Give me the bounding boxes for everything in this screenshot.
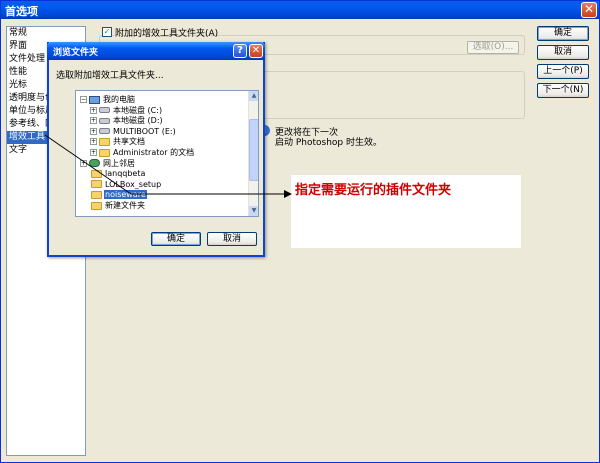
tree-node[interactable]: + 本地磁盘 (C:) — [90, 106, 163, 116]
next-button[interactable]: 下一个(N) — [537, 83, 589, 98]
tree-node-label: 网上邻居 — [103, 158, 135, 168]
scroll-down-arrow-icon[interactable]: ▼ — [249, 206, 258, 216]
tree-scrollbar[interactable]: ▲ ▼ — [248, 91, 258, 216]
scroll-up-arrow-icon[interactable]: ▲ — [249, 91, 258, 101]
close-icon[interactable]: ✕ — [581, 2, 597, 18]
tree-node-label: Administrator 的文档 — [113, 148, 195, 157]
previous-button[interactable]: 上一个(P) — [537, 64, 589, 79]
choose-folder-button[interactable]: 选取(O)... — [467, 41, 519, 54]
close-icon[interactable]: ✕ — [249, 44, 263, 58]
folder-tree[interactable]: ▲ ▼ − 我的电脑 + 本地磁盘 (C:) + 本地磁盘 (D:) + MULTIBOOT … — [75, 90, 259, 217]
cancel-button[interactable]: 取消 — [537, 45, 589, 60]
tree-node[interactable]: lanqqbeta — [80, 169, 146, 179]
drive-icon — [99, 107, 110, 114]
tree-node[interactable]: + Administrator 的文档 — [90, 148, 195, 158]
tree-node-label: LOLBox_setup — [105, 179, 162, 189]
tree-node-label: 本地磁盘 (D:) — [113, 116, 163, 126]
folder-icon — [91, 169, 102, 178]
browse-ok-button[interactable]: 确定 — [151, 232, 201, 246]
folder-icon — [99, 137, 110, 146]
category-item[interactable]: 常规 — [7, 27, 85, 40]
tree-node-label: noiseware — [104, 190, 147, 200]
folder-icon — [91, 201, 102, 210]
window-title: 首选项 — [5, 5, 38, 18]
tree-node[interactable]: 新建文件夹 — [80, 201, 146, 211]
restart-note-line2: 启动 Photoshop 时生效。 — [275, 138, 383, 148]
additional-plugins-label[interactable]: 附加的增效工具文件夹(A) — [115, 26, 218, 39]
tree-node-label: lanqqbeta — [105, 169, 146, 179]
tree-node-label: 本地磁盘 (C:) — [113, 105, 163, 115]
annotation-text: 指定需要运行的插件文件夹 — [295, 183, 452, 198]
tree-expander-icon[interactable]: + — [90, 138, 97, 146]
tree-expander-icon[interactable]: + — [80, 159, 87, 167]
folder-icon — [91, 190, 102, 199]
tree-node-label: 我的电脑 — [103, 95, 135, 104]
additional-plugins-checkbox[interactable]: ✓ — [102, 27, 112, 37]
annotation-box: 指定需要运行的插件文件夹 — [291, 175, 521, 248]
tree-expander-icon[interactable]: − — [80, 96, 87, 103]
computer-icon — [89, 95, 100, 104]
tree-expander-icon[interactable]: + — [90, 149, 97, 156]
browse-folder-dialog: 浏览文件夹 ? ✕ 选取附加增效工具文件夹... ▲ ▼ − 我的电脑 + 本地磁盘 … — [47, 42, 265, 257]
help-icon[interactable]: ? — [233, 44, 247, 58]
ok-button[interactable]: 确定 — [537, 26, 589, 41]
drive-icon — [99, 128, 110, 135]
tree-node[interactable]: + 本地磁盘 (D:) — [90, 116, 164, 126]
tree-node[interactable]: − 我的电脑 — [80, 95, 136, 105]
browse-dialog-title: 浏览文件夹 — [53, 48, 99, 58]
browse-cancel-button[interactable]: 取消 — [207, 232, 257, 246]
tree-node-label: 新建文件夹 — [105, 201, 145, 210]
title-bar: 首选项 ✕ — [1, 1, 599, 19]
folder-icon — [91, 180, 102, 189]
tree-expander-icon[interactable]: + — [90, 106, 97, 114]
network-icon — [89, 159, 100, 168]
folder-icon — [99, 148, 110, 157]
tree-node[interactable]: noiseware — [80, 190, 147, 200]
preferences-window: 首选项 ✕ 常规 界面 文件处理 性能 光标 透明度与色 单位与标尺 参考线、网 增效工具 文字 … — [0, 0, 600, 463]
browse-title-bar: 浏览文件夹 ? ✕ — [47, 42, 265, 60]
tree-node[interactable]: + 共享文档 — [90, 137, 146, 147]
scroll-thumb[interactable] — [249, 119, 258, 181]
browse-prompt: 选取附加增效工具文件夹... — [56, 71, 164, 81]
tree-expander-icon[interactable]: + — [90, 127, 97, 135]
tree-node[interactable]: + MULTIBOOT (E:) — [90, 127, 177, 137]
tree-node-label: MULTIBOOT (E:) — [113, 126, 176, 136]
tree-node-label: 共享文档 — [113, 137, 145, 147]
drive-icon — [99, 117, 110, 124]
tree-expander-icon[interactable]: + — [90, 117, 97, 125]
tree-node[interactable]: + 网上邻居 — [80, 159, 136, 169]
tree-node[interactable]: LOLBox_setup — [80, 180, 162, 190]
